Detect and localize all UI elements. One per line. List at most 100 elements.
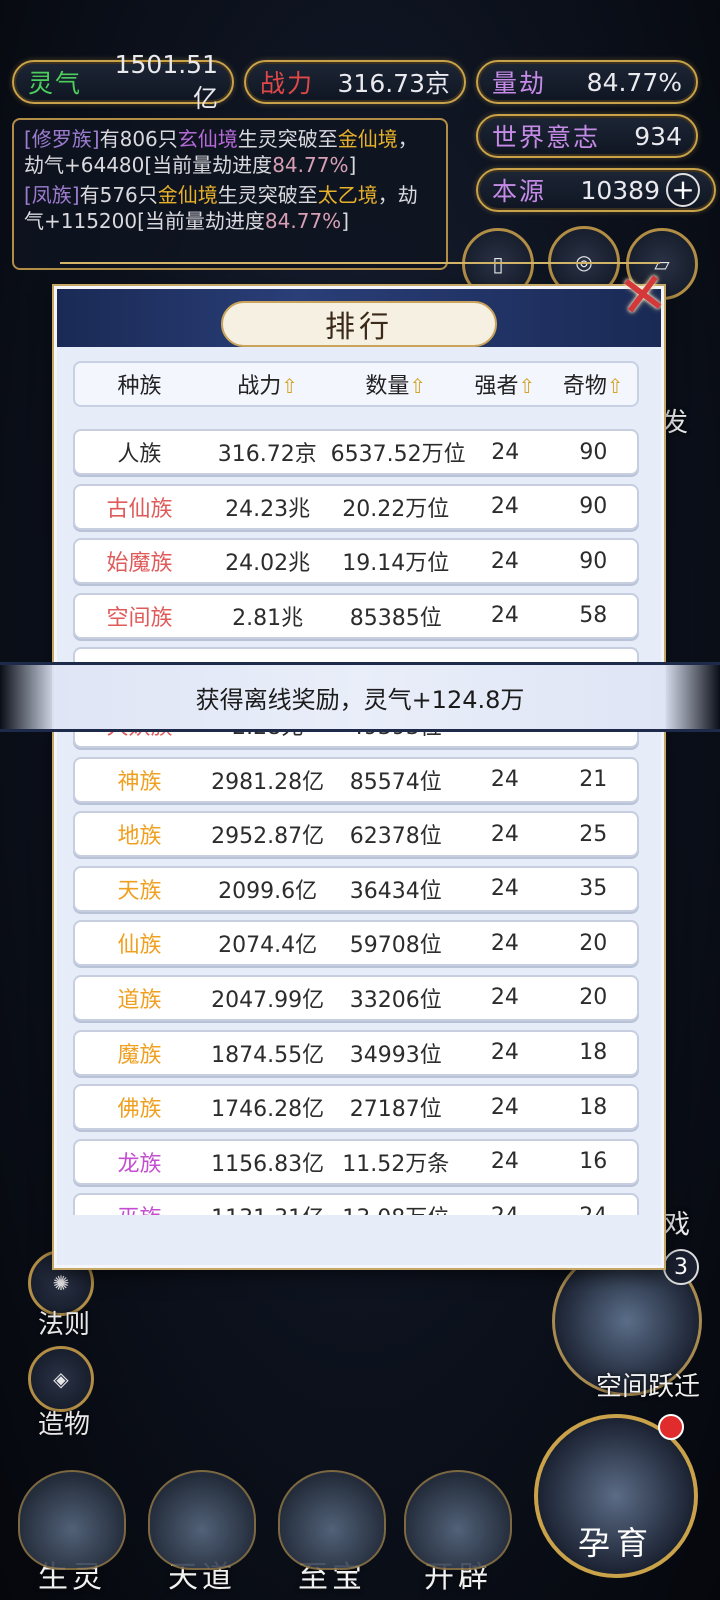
- sort-arrow-icon: ⇧: [518, 374, 536, 398]
- cell-count: 36434位: [349, 878, 442, 904]
- cell-power: 1156.83亿: [211, 1151, 325, 1177]
- nav-zhi-bao[interactable]: 至宝: [274, 1446, 390, 1596]
- nav-kai-pi[interactable]: 开辟: [400, 1446, 516, 1596]
- liangjie-value: 84.77%: [586, 67, 682, 97]
- cell-count: 59708位: [349, 933, 442, 959]
- table-row[interactable]: 巫族1131.31亿13.08万位2424: [73, 1193, 639, 1215]
- cell-race: 道族: [117, 987, 162, 1013]
- cell-power: 24.23兆: [225, 496, 311, 522]
- cell-count: 62378位: [349, 824, 442, 850]
- table-row[interactable]: 仙族 2074.4亿 59708位 24 20: [73, 920, 639, 967]
- header-race: 种族: [117, 374, 162, 399]
- log-realm-to: 金仙境: [337, 127, 398, 151]
- cell-count: 27187位: [349, 1097, 442, 1123]
- cell-relic: 24: [550, 1204, 637, 1215]
- header-relic[interactable]: 奇物⇧: [550, 368, 637, 400]
- cell-strong: 24: [490, 1040, 519, 1066]
- benyuan-value: 10389: [580, 175, 660, 205]
- notification-dot: [658, 1414, 684, 1440]
- table-row[interactable]: 古仙族 24.23兆 20.22万位 24 90: [73, 483, 639, 530]
- lingqi-label: 灵气: [28, 69, 83, 98]
- sort-arrow-icon: ⇧: [281, 374, 299, 398]
- log-text: ]: [348, 153, 357, 177]
- cell-race: 巫族: [75, 1200, 204, 1215]
- table-header: 种族 战力⇧ 数量⇧ 强者⇧ 奇物⇧: [73, 361, 639, 407]
- header-power[interactable]: 战力⇧: [204, 368, 331, 400]
- cell-strong: 24: [490, 1094, 519, 1120]
- zhanli-value: 316.73京: [337, 69, 450, 98]
- zhanli-label: 战力: [260, 69, 315, 98]
- log-realm-from: 金仙境: [157, 183, 218, 207]
- cell-power: 24.02兆: [225, 551, 311, 577]
- cell-count: 6537.52万位: [330, 442, 466, 467]
- benyuan-bar: 本源 10389 +: [476, 168, 716, 212]
- event-log: [修罗族]有806只玄仙境生灵突破至金仙境，劫气+64480[当前量劫进度84.…: [12, 118, 448, 270]
- nav-tian-dao[interactable]: 天道: [144, 1446, 260, 1596]
- cell-power: 2047.99亿: [211, 987, 325, 1013]
- cell-count: 34993位: [349, 1042, 442, 1068]
- nav-sheng-ling[interactable]: 生灵: [14, 1446, 130, 1596]
- header-count[interactable]: 数量⇧: [331, 368, 460, 400]
- zao-wu-label[interactable]: 造物: [38, 1404, 90, 1441]
- liangjie-label: 量劫: [492, 69, 547, 98]
- table-row[interactable]: 龙族 1156.83亿 11.52万条 24 16: [73, 1138, 639, 1185]
- table-row[interactable]: 人族 316.72京 6537.52万位 24 90: [73, 429, 639, 475]
- ranking-list[interactable]: 人族 316.72京 6537.52万位 24 90 古仙族 24.23兆 20.22万位 24…: [73, 429, 639, 1215]
- sort-arrow-icon: ⇧: [409, 374, 427, 398]
- table-row[interactable]: 天族 2099.6亿 36434位 24 35: [73, 865, 639, 912]
- cell-relic: 90: [579, 494, 608, 520]
- cell-strong: 24: [460, 1204, 549, 1215]
- log-text: 生灵突破至: [217, 183, 318, 207]
- table-row[interactable]: 魔族 1874.55亿 34993位 24 18: [73, 1029, 639, 1076]
- cell-race: 空间族: [106, 605, 173, 631]
- cell-race: 人族: [117, 442, 162, 467]
- side-label-xi[interactable]: 戏: [664, 1204, 690, 1241]
- liangjie-bar[interactable]: 量劫 84.77%: [476, 60, 698, 104]
- add-benyuan-button[interactable]: +: [666, 173, 700, 207]
- cell-relic: 18: [579, 1040, 608, 1066]
- cell-race: 古仙族: [106, 496, 173, 522]
- lingqi-bar: 灵气 1501.51亿: [12, 50, 234, 113]
- table-row[interactable]: 道族 2047.99亿 33206位 24 20: [73, 974, 639, 1021]
- cell-power: 1131.31亿: [204, 1200, 331, 1215]
- cell-power: 1874.55亿: [211, 1042, 325, 1068]
- log-progress: 84.77%: [264, 209, 342, 233]
- table-row[interactable]: 地族 2952.87亿 62378位 24 25: [73, 811, 639, 858]
- log-entry: [凤族]有576只金仙境生灵突破至太乙境，劫气+115200[当前量劫进度84.…: [24, 182, 436, 234]
- header-relic-label: 奇物: [562, 374, 607, 399]
- table-row[interactable]: 佛族 1746.28亿 27187位 24 18: [73, 1084, 639, 1131]
- zhi-bao-icon: [278, 1470, 386, 1570]
- log-text: 有806只: [99, 127, 178, 151]
- cell-count: 85574位: [349, 769, 442, 795]
- benyuan-label: 本源: [492, 177, 547, 206]
- cell-race: 龙族: [117, 1151, 162, 1177]
- fa-ze-icon: ✺: [52, 1271, 70, 1295]
- cell-relic: 35: [579, 876, 608, 902]
- zao-wu-button[interactable]: ◈: [28, 1346, 94, 1412]
- side-label-fa[interactable]: 发: [662, 402, 688, 439]
- cell-race: 天族: [117, 878, 162, 904]
- table-row[interactable]: 空间族 2.81兆 85385位 24 58: [73, 592, 639, 639]
- header-strong[interactable]: 强者⇧: [460, 368, 549, 400]
- tian-dao-icon: [148, 1470, 256, 1570]
- fa-ze-label[interactable]: 法则: [38, 1304, 90, 1341]
- close-icon[interactable]: ✕: [606, 258, 681, 333]
- cell-count: 11.52万条: [342, 1151, 450, 1177]
- cell-power: 2952.87亿: [211, 824, 325, 850]
- table-row[interactable]: 始魔族 24.02兆 19.14万位 24 90: [73, 538, 639, 585]
- cell-count: 19.14万位: [342, 551, 450, 577]
- log-realm-to: 太乙境: [317, 183, 378, 207]
- cell-relic: 58: [579, 603, 608, 629]
- cell-strong: 24: [490, 548, 519, 574]
- yun-yu-label: 孕育: [577, 1524, 654, 1562]
- cell-count: 85385位: [349, 605, 442, 631]
- log-realm-from: 玄仙境: [177, 127, 238, 151]
- log-entry: [修罗族]有806只玄仙境生灵突破至金仙境，劫气+64480[当前量劫进度84.…: [24, 126, 436, 178]
- table-row[interactable]: 神族 2981.28亿 85574位 24 21: [73, 756, 639, 803]
- world-will-bar[interactable]: 世界意志 934: [476, 114, 698, 158]
- cell-relic: 25: [579, 821, 608, 847]
- cell-power: 2074.4亿: [218, 933, 318, 959]
- cell-relic: 18: [579, 1094, 608, 1120]
- cell-strong: 24: [490, 494, 519, 520]
- space-jump-label[interactable]: 空间跃迁: [596, 1366, 700, 1403]
